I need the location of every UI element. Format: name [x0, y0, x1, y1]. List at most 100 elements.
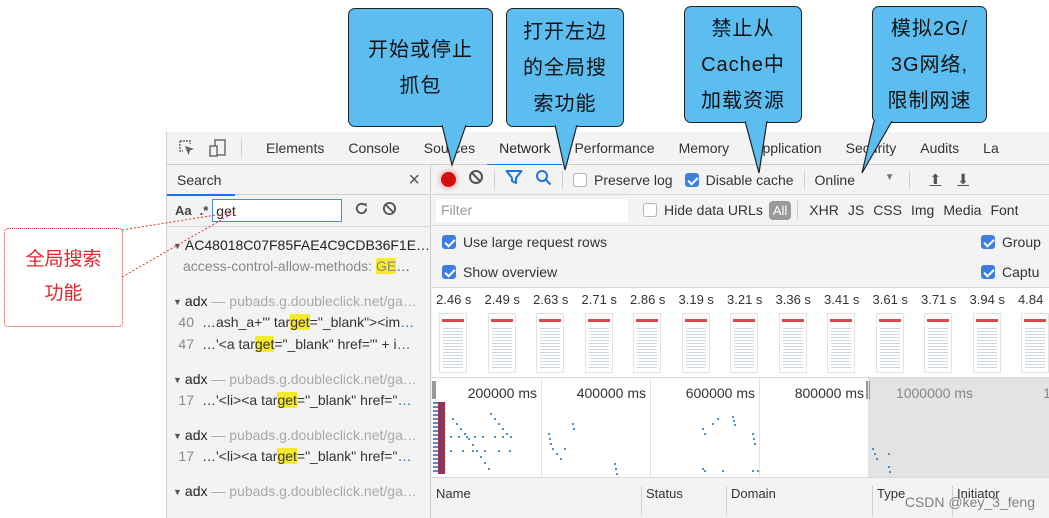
filmstrip-frame[interactable] [972, 313, 1001, 373]
column-name[interactable]: Name [432, 486, 471, 516]
type-filter-img[interactable]: Img [911, 202, 934, 218]
type-filter-css[interactable]: CSS [873, 202, 902, 218]
show-overview-checkbox[interactable] [442, 265, 456, 279]
result-file-header[interactable]: ▼ adx — pubads.g.doubleclick.net/ga… [167, 425, 430, 445]
overview-tick-label: 800000 ms [794, 385, 864, 401]
overview-request-dot [506, 433, 508, 435]
disable-cache-checkbox[interactable] [684, 172, 699, 187]
group-checkbox[interactable] [981, 235, 995, 249]
filmstrip-time: 2.49 s [484, 292, 520, 307]
filmstrip-time: 3.36 s [775, 292, 811, 307]
filmstrip-time: 2.86 s [630, 292, 666, 307]
filmstrip-frame[interactable] [487, 313, 516, 373]
filmstrip-frame[interactable] [681, 313, 710, 373]
hide-data-urls-checkbox[interactable] [643, 203, 657, 217]
filmstrip-time: 3.94 s [969, 292, 1005, 307]
filmstrip-frame[interactable] [875, 313, 904, 373]
overview-tick-label: 600000 ms [685, 385, 755, 401]
tab-lighthouse[interactable]: La [971, 132, 1011, 165]
result-file-header[interactable]: ▼ adx — pubads.g.doubleclick.net/ga… [167, 369, 430, 389]
overview-request-dot [482, 436, 484, 438]
setting-show-overview[interactable]: Show overview [442, 264, 557, 280]
overview-request-dot [732, 416, 734, 418]
type-filter-xhr[interactable]: XHR [809, 202, 839, 218]
match-highlight: GE [375, 258, 397, 274]
filmstrip-frame[interactable] [924, 313, 952, 373]
expand-triangle-icon[interactable]: ▼ [173, 297, 182, 307]
search-icon[interactable] [535, 169, 552, 191]
record-button[interactable] [441, 172, 456, 187]
overview-request-dot [460, 428, 462, 430]
overview-request-dot [502, 436, 504, 438]
refresh-icon[interactable] [352, 201, 370, 221]
tab-audits[interactable]: Audits [908, 132, 971, 165]
overview-request-dot [498, 423, 500, 425]
filmstrip-frame[interactable] [778, 313, 807, 373]
filmstrip-frame[interactable] [536, 313, 564, 373]
overview-request-dot [734, 424, 736, 426]
overview-request-dot [458, 436, 460, 438]
overview-request-dot [510, 436, 512, 438]
overview-tick-label: 1000000 ms [895, 385, 973, 401]
expand-triangle-icon[interactable]: ▼ [173, 487, 182, 497]
column-domain[interactable]: Domain [726, 486, 776, 516]
setting-capture-screenshots[interactable]: Captu [981, 264, 1039, 280]
network-overview[interactable]: 200000 ms 400000 ms 600000 ms 800000 ms 1000… [432, 378, 1049, 478]
result-line[interactable]: 40 …ash_a+'" target="_blank"><im… [167, 311, 430, 333]
filmstrip-frame[interactable] [730, 313, 758, 373]
result-file-header[interactable]: ▼ adx — pubads.g.doubleclick.net/ga… [167, 481, 430, 501]
expand-triangle-icon[interactable]: ▼ [173, 375, 182, 385]
close-icon[interactable]: × [408, 170, 420, 190]
clear-log-icon[interactable] [468, 169, 484, 190]
tab-elements[interactable]: Elements [254, 132, 336, 165]
overview-request-dot [704, 433, 706, 435]
overview-tick-label: 12000 [982, 385, 1049, 401]
overview-request-dot [468, 438, 470, 440]
filmstrip-frame[interactable] [827, 313, 855, 373]
capture-checkbox[interactable] [981, 265, 995, 279]
overview-request-dot [702, 428, 704, 430]
device-toggle-icon[interactable] [207, 138, 227, 158]
export-har-icon[interactable]: ⬇ [957, 171, 969, 188]
filmstrip-frame[interactable] [439, 313, 467, 373]
filter-input[interactable]: Filter [436, 198, 628, 222]
overview-request-dot [474, 436, 476, 438]
overview-request-dot [494, 418, 496, 420]
type-filter-js[interactable]: JS [848, 202, 864, 218]
inspect-element-icon[interactable] [177, 138, 197, 158]
filmstrip-time: 3.71 s [921, 292, 957, 307]
overview-gridline [977, 378, 978, 477]
column-status[interactable]: Status [641, 486, 683, 516]
import-har-icon[interactable]: ⬆ [930, 171, 942, 188]
expand-triangle-icon[interactable]: ▼ [173, 431, 182, 441]
setting-large-rows[interactable]: Use large request rows [442, 234, 607, 250]
type-filter-all[interactable]: All [768, 200, 792, 220]
tab-memory[interactable]: Memory [667, 132, 742, 165]
filter-funnel-icon[interactable] [505, 169, 523, 190]
result-line[interactable]: 17 …'<li><a target="_blank" href="… [167, 445, 430, 467]
overview-request-dot [874, 453, 876, 455]
overview-request-dot [472, 450, 474, 452]
network-toolbar: Preserve log Disable cache Online ▼ ⬆ ⬇ [432, 165, 1049, 195]
overview-request-dot [552, 448, 554, 450]
toolbar-divider [241, 139, 242, 157]
overview-request-dot [889, 471, 891, 473]
result-file-header[interactable]: ▼ adx — pubads.g.doubleclick.net/ga… [167, 291, 430, 311]
tab-console[interactable]: Console [336, 132, 411, 165]
column-type[interactable]: Type [872, 486, 905, 516]
result-line[interactable]: 17 …'<li><a target="_blank" href="… [167, 389, 430, 411]
search-tab[interactable]: Search [167, 165, 235, 196]
filmstrip-frame[interactable] [1021, 313, 1049, 373]
type-filter-font[interactable]: Font [990, 202, 1018, 218]
setting-group-by-frame[interactable]: Group [981, 234, 1041, 250]
large-rows-checkbox[interactable] [442, 235, 456, 249]
clear-icon[interactable] [380, 201, 398, 221]
callout-global-search-pointer [121, 211, 236, 278]
overview-left-handle[interactable] [432, 381, 436, 399]
filmstrip-frame[interactable] [633, 313, 661, 373]
tab-network[interactable]: Network [487, 132, 563, 166]
type-filter-media[interactable]: Media [943, 202, 981, 218]
overview-request-dot [717, 418, 719, 420]
result-line[interactable]: 47 …'<a target="_blank" href="' + i… [167, 333, 430, 355]
filmstrip-frame[interactable] [584, 313, 613, 373]
